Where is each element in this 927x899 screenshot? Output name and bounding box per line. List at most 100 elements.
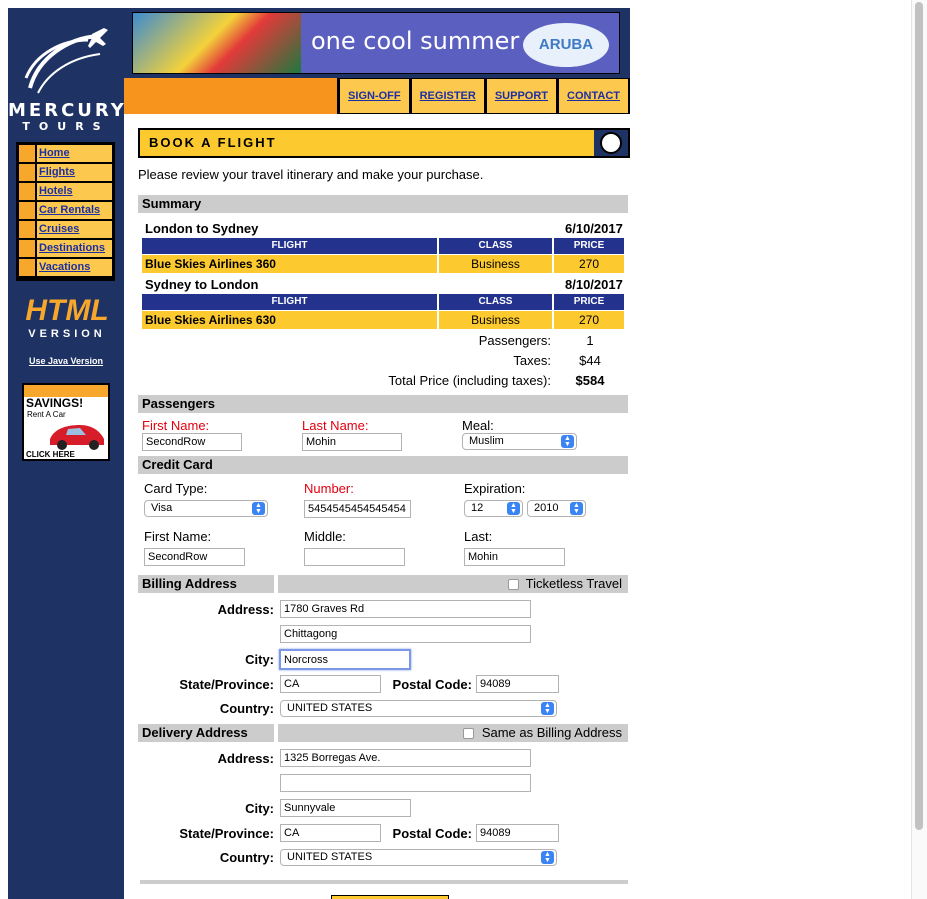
meal-select-value: Muslim [469, 435, 504, 447]
mercury-tours-logo[interactable]: MERCURY TOURS [8, 18, 124, 133]
cc-middle-name-input[interactable] [304, 548, 405, 566]
total-price-label: Total Price (including taxes): [388, 373, 551, 388]
delivery-country-select[interactable]: UNITED STATES ▲ ▼ [280, 849, 557, 866]
card-type-select[interactable]: Visa ▲ ▼ [144, 500, 268, 517]
nav-link[interactable]: Cruises [39, 223, 79, 235]
html-version-title: HTML [25, 294, 109, 327]
support-link[interactable]: SUPPORT [495, 90, 548, 102]
leg1-row: Blue Skies Airlines 360 Business 270 [142, 255, 626, 273]
banner-photo [133, 13, 301, 73]
cc-first-name-label: First Name: [144, 529, 212, 544]
leg2-date: 8/10/2017 [565, 277, 623, 292]
meal-label: Meal: [462, 418, 494, 433]
sidebar: MERCURY TOURS Home Flights Hotels Car Re… [8, 8, 124, 899]
nav-bullet [19, 259, 35, 276]
divider [140, 880, 628, 884]
secure-purchase-button[interactable] [331, 895, 449, 899]
brand-subname: TOURS [22, 120, 110, 133]
nav-bullet [19, 145, 35, 162]
select-arrows-icon: ▲ ▼ [570, 502, 583, 515]
top-nav-links: SIGN-OFF REGISTER SUPPORT CONTACT [337, 78, 630, 114]
java-version-link[interactable]: Use Java Version [29, 356, 103, 366]
cc-last-name-input[interactable] [464, 548, 565, 566]
sidebar-nav: Home Flights Hotels Car Rentals Cruises … [16, 142, 115, 281]
billing-address-2-input[interactable] [280, 625, 531, 643]
nav-link[interactable]: Vacations [39, 261, 90, 273]
nav-link[interactable]: Destinations [39, 242, 105, 254]
same-as-billing-checkbox[interactable] [463, 728, 474, 739]
java-version-link-wrap: Use Java Version [8, 356, 124, 366]
red-car-icon [50, 425, 104, 450]
sidebar-item-cruises[interactable]: Cruises [19, 221, 112, 240]
leg2-header: FLIGHT CLASS PRICE [142, 294, 626, 310]
delivery-city-label: City: [245, 801, 274, 816]
leg1-flight: Blue Skies Airlines 360 [142, 255, 437, 273]
select-arrows-icon: ▲ ▼ [541, 851, 554, 864]
delivery-postal-input[interactable] [476, 824, 559, 842]
billing-postal-input[interactable] [476, 675, 559, 693]
plane-logo-icon [24, 28, 108, 94]
scrollbar-thumb[interactable] [915, 2, 923, 830]
delivery-address-2-input[interactable] [280, 774, 531, 792]
sign-off-link[interactable]: SIGN-OFF [348, 90, 401, 102]
sidebar-item-car-rentals[interactable]: Car Rentals [19, 202, 112, 221]
card-type-label: Card Type: [144, 481, 208, 496]
last-name-label: Last Name: [302, 418, 369, 433]
sidebar-item-home[interactable]: Home [19, 145, 112, 164]
delivery-city-input[interactable] [280, 799, 411, 817]
billing-country-select[interactable]: UNITED STATES ▲ ▼ [280, 700, 557, 717]
meal-select[interactable]: Muslim ▲ ▼ [462, 433, 577, 450]
passenger-last-name-input[interactable] [302, 433, 402, 451]
select-arrows-icon: ▲ ▼ [561, 435, 574, 448]
passenger-first-name-input[interactable] [142, 433, 242, 451]
sidebar-item-vacations[interactable]: Vacations [19, 259, 112, 278]
page-title-bar: BOOK A FLIGHT [138, 128, 630, 158]
exp-year-select[interactable]: 2010 ▲ ▼ [527, 500, 586, 517]
exp-month-select[interactable]: 12 ▲ ▼ [464, 500, 523, 517]
leg2-row: Blue Skies Airlines 630 Business 270 [142, 311, 626, 329]
register-link[interactable]: REGISTER [420, 90, 476, 102]
billing-postal-label: Postal Code: [392, 677, 472, 692]
col-class: CLASS [439, 294, 552, 310]
billing-address-1-input[interactable] [280, 600, 531, 618]
html-version-subtitle: VERSION [28, 328, 106, 340]
nav-bullet [19, 164, 35, 181]
same-as-billing-bar: Same as Billing Address [278, 724, 628, 742]
nav-link[interactable]: Flights [39, 166, 75, 178]
banner: one cool summer ARUBA [124, 8, 630, 78]
sidebar-item-flights[interactable]: Flights [19, 164, 112, 183]
billing-country-label: Country: [219, 701, 274, 716]
nav-link[interactable]: Car Rentals [39, 204, 100, 216]
total-price-value: $584 [575, 373, 605, 388]
leg1-price: 270 [554, 255, 624, 273]
nav-link[interactable]: Hotels [39, 185, 73, 197]
billing-state-input[interactable] [280, 675, 381, 693]
nav-bullet [19, 221, 35, 238]
sidebar-item-destinations[interactable]: Destinations [19, 240, 112, 259]
contact-link[interactable]: CONTACT [567, 90, 620, 102]
ticketless-bar: Ticketless Travel [278, 575, 628, 593]
nav-link[interactable]: Home [39, 147, 70, 159]
passengers-heading: Passengers [138, 395, 628, 413]
sidebar-item-hotels[interactable]: Hotels [19, 183, 112, 202]
card-number-label: Number: [304, 481, 354, 496]
aruba-badge: ARUBA [523, 23, 609, 67]
leg2-class: Business [439, 311, 552, 329]
cc-first-name-input[interactable] [144, 548, 245, 566]
select-arrows-icon: ▲ ▼ [507, 502, 520, 515]
exp-year-value: 2010 [534, 502, 559, 514]
top-nav: SIGN-OFF REGISTER SUPPORT CONTACT [124, 78, 630, 114]
banner-ad[interactable]: one cool summer ARUBA [132, 12, 620, 74]
leg1-date: 6/10/2017 [565, 221, 623, 236]
delivery-state-input[interactable] [280, 824, 381, 842]
delivery-address-label: Address: [217, 751, 274, 766]
nav-support: SUPPORT [486, 79, 557, 113]
ticketless-label: Ticketless Travel [525, 576, 622, 591]
delivery-address-1-input[interactable] [280, 749, 531, 767]
col-flight: FLIGHT [142, 294, 437, 310]
rent-a-car-ad[interactable]: SAVINGS! Rent A Car CLICK HERE [22, 383, 110, 461]
card-number-input[interactable] [304, 500, 411, 518]
billing-city-input[interactable] [279, 649, 411, 670]
ticketless-checkbox[interactable] [508, 579, 519, 590]
brand-name: MERCURY [8, 100, 127, 121]
